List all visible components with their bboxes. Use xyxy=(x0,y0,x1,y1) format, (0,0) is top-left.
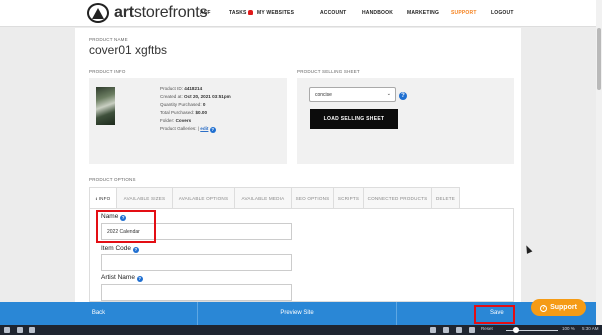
question-icon: ? xyxy=(540,305,548,312)
name-highlight-box xyxy=(96,210,156,243)
help-icon[interactable]: ? xyxy=(136,276,143,282)
tray-icon[interactable] xyxy=(430,327,436,333)
product-id-value: 4418214 xyxy=(184,86,203,91)
nav-my-websites[interactable]: MY WEBSITES xyxy=(257,10,294,16)
brand-logo[interactable]: artstorefronts xyxy=(87,3,207,23)
support-label: Support xyxy=(550,304,577,311)
nav-account[interactable]: ACCOUNT xyxy=(320,10,346,16)
product-thumbnail[interactable] xyxy=(96,87,115,125)
total-value: $0.00 xyxy=(195,110,208,115)
folder-row: Folder: Covers xyxy=(160,118,191,123)
top-navigation: artstorefronts ASF TASKS MY WEBSITES ACC… xyxy=(0,0,596,27)
item-code-label-text: Item Code xyxy=(101,245,131,252)
product-name-label: PRODUCT NAME xyxy=(89,37,128,42)
product-info-label: PRODUCT INFO xyxy=(89,69,126,74)
options-tabs: ℹ INFO AVAILABLE SIZES AVAILABLE OPTIONS… xyxy=(89,187,460,209)
galleries-row: Product Galleries: | edit ? xyxy=(160,126,216,133)
mouse-cursor xyxy=(523,244,533,254)
edit-galleries-link[interactable]: edit xyxy=(200,126,208,131)
artist-name-label-text: Artist Name xyxy=(101,274,135,281)
chevron-down-icon: ⌄ xyxy=(386,91,391,97)
product-id-row: Product ID: 4418214 xyxy=(160,86,202,91)
created-label: Created at: xyxy=(160,94,183,99)
nav-asf[interactable]: ASF xyxy=(200,10,211,16)
help-icon[interactable]: ? xyxy=(399,92,407,100)
nav-handbook[interactable]: HANDBOOK xyxy=(362,10,393,16)
tab-delete[interactable]: DELETE xyxy=(431,187,460,209)
tab-seo-options[interactable]: SEO OPTIONS xyxy=(291,187,333,209)
tab-available-sizes[interactable]: AVAILABLE SIZES xyxy=(116,187,172,209)
reset-label[interactable]: Reset xyxy=(481,326,493,331)
zoom-level: 100 % xyxy=(562,326,575,331)
created-value: Oct 20, 2021 03:51pm xyxy=(184,94,231,99)
product-options-label: PRODUCT OPTIONS xyxy=(89,177,136,182)
item-code-input[interactable] xyxy=(101,254,292,271)
tab-info-label: INFO xyxy=(98,196,111,201)
product-id-label: Product ID: xyxy=(160,86,183,91)
tab-info[interactable]: ℹ INFO xyxy=(89,187,116,209)
taskbar: Reset 100 % 5:30 AM xyxy=(0,325,602,335)
tab-available-options[interactable]: AVAILABLE OPTIONS xyxy=(172,187,234,209)
help-icon[interactable]: ? xyxy=(209,127,216,133)
total-row: Total Purchased: $0.00 xyxy=(160,110,207,115)
nav-logout[interactable]: LOGOUT xyxy=(491,10,514,16)
selling-sheet-select[interactable]: concise ⌄ xyxy=(309,87,396,102)
support-button[interactable]: ? Support xyxy=(531,299,586,316)
logo-icon xyxy=(87,3,109,23)
tray-icon[interactable] xyxy=(456,327,462,333)
tab-scripts[interactable]: SCRIPTS xyxy=(333,187,363,209)
start-icon[interactable] xyxy=(4,327,10,333)
tab-available-media[interactable]: AVAILABLE MEDIA xyxy=(234,187,291,209)
help-icon[interactable]: ? xyxy=(132,247,139,253)
quantity-row: Quantity Purchased: 0 xyxy=(160,102,205,107)
quantity-value: 0 xyxy=(202,102,206,107)
nav-marketing[interactable]: MARKETING xyxy=(407,10,439,16)
brand-bold: art xyxy=(114,4,134,21)
item-code-field-label: Item Code ? xyxy=(101,245,139,253)
preview-site-button[interactable]: Preview Site xyxy=(198,302,397,325)
created-row: Created at: Oct 20, 2021 03:51pm xyxy=(160,94,231,99)
nav-support[interactable]: SUPPORT xyxy=(451,10,477,16)
artist-name-field-label: Artist Name ? xyxy=(101,274,143,282)
nav-tasks[interactable]: TASKS xyxy=(229,10,253,16)
quantity-label: Quantity Purchased: xyxy=(160,102,202,107)
load-selling-sheet-button[interactable]: LOAD SELLING SHEET xyxy=(310,109,398,129)
galleries-label: Product Galleries: | xyxy=(160,126,199,131)
clock: 5:30 AM xyxy=(582,326,599,331)
selling-sheet-label: PRODUCT SELLING SHEET xyxy=(297,69,360,74)
folder-label: Folder: xyxy=(160,118,175,123)
task-view-icon[interactable] xyxy=(17,327,23,333)
tray-icon[interactable] xyxy=(443,327,449,333)
back-button[interactable]: Back xyxy=(0,302,198,325)
selling-sheet-selected: concise xyxy=(315,92,332,98)
bell-icon xyxy=(247,10,253,15)
save-highlight-box xyxy=(474,305,515,324)
scrollbar-thumb[interactable] xyxy=(597,28,601,90)
tray-icon[interactable] xyxy=(469,327,475,333)
artist-name-input[interactable] xyxy=(101,284,292,301)
brand-rest: storefronts xyxy=(133,4,208,21)
folder-value: Covers xyxy=(175,118,192,123)
tab-connected-products[interactable]: CONNECTED PRODUCTS xyxy=(363,187,431,209)
total-label: Total Purchased: xyxy=(160,110,195,115)
page-title: cover01 xgftbs xyxy=(89,43,168,57)
nav-tasks-label: TASKS xyxy=(229,10,247,16)
page-scrollbar[interactable] xyxy=(596,0,602,325)
cloud-icon[interactable] xyxy=(29,327,35,333)
zoom-slider-knob[interactable] xyxy=(513,327,519,333)
